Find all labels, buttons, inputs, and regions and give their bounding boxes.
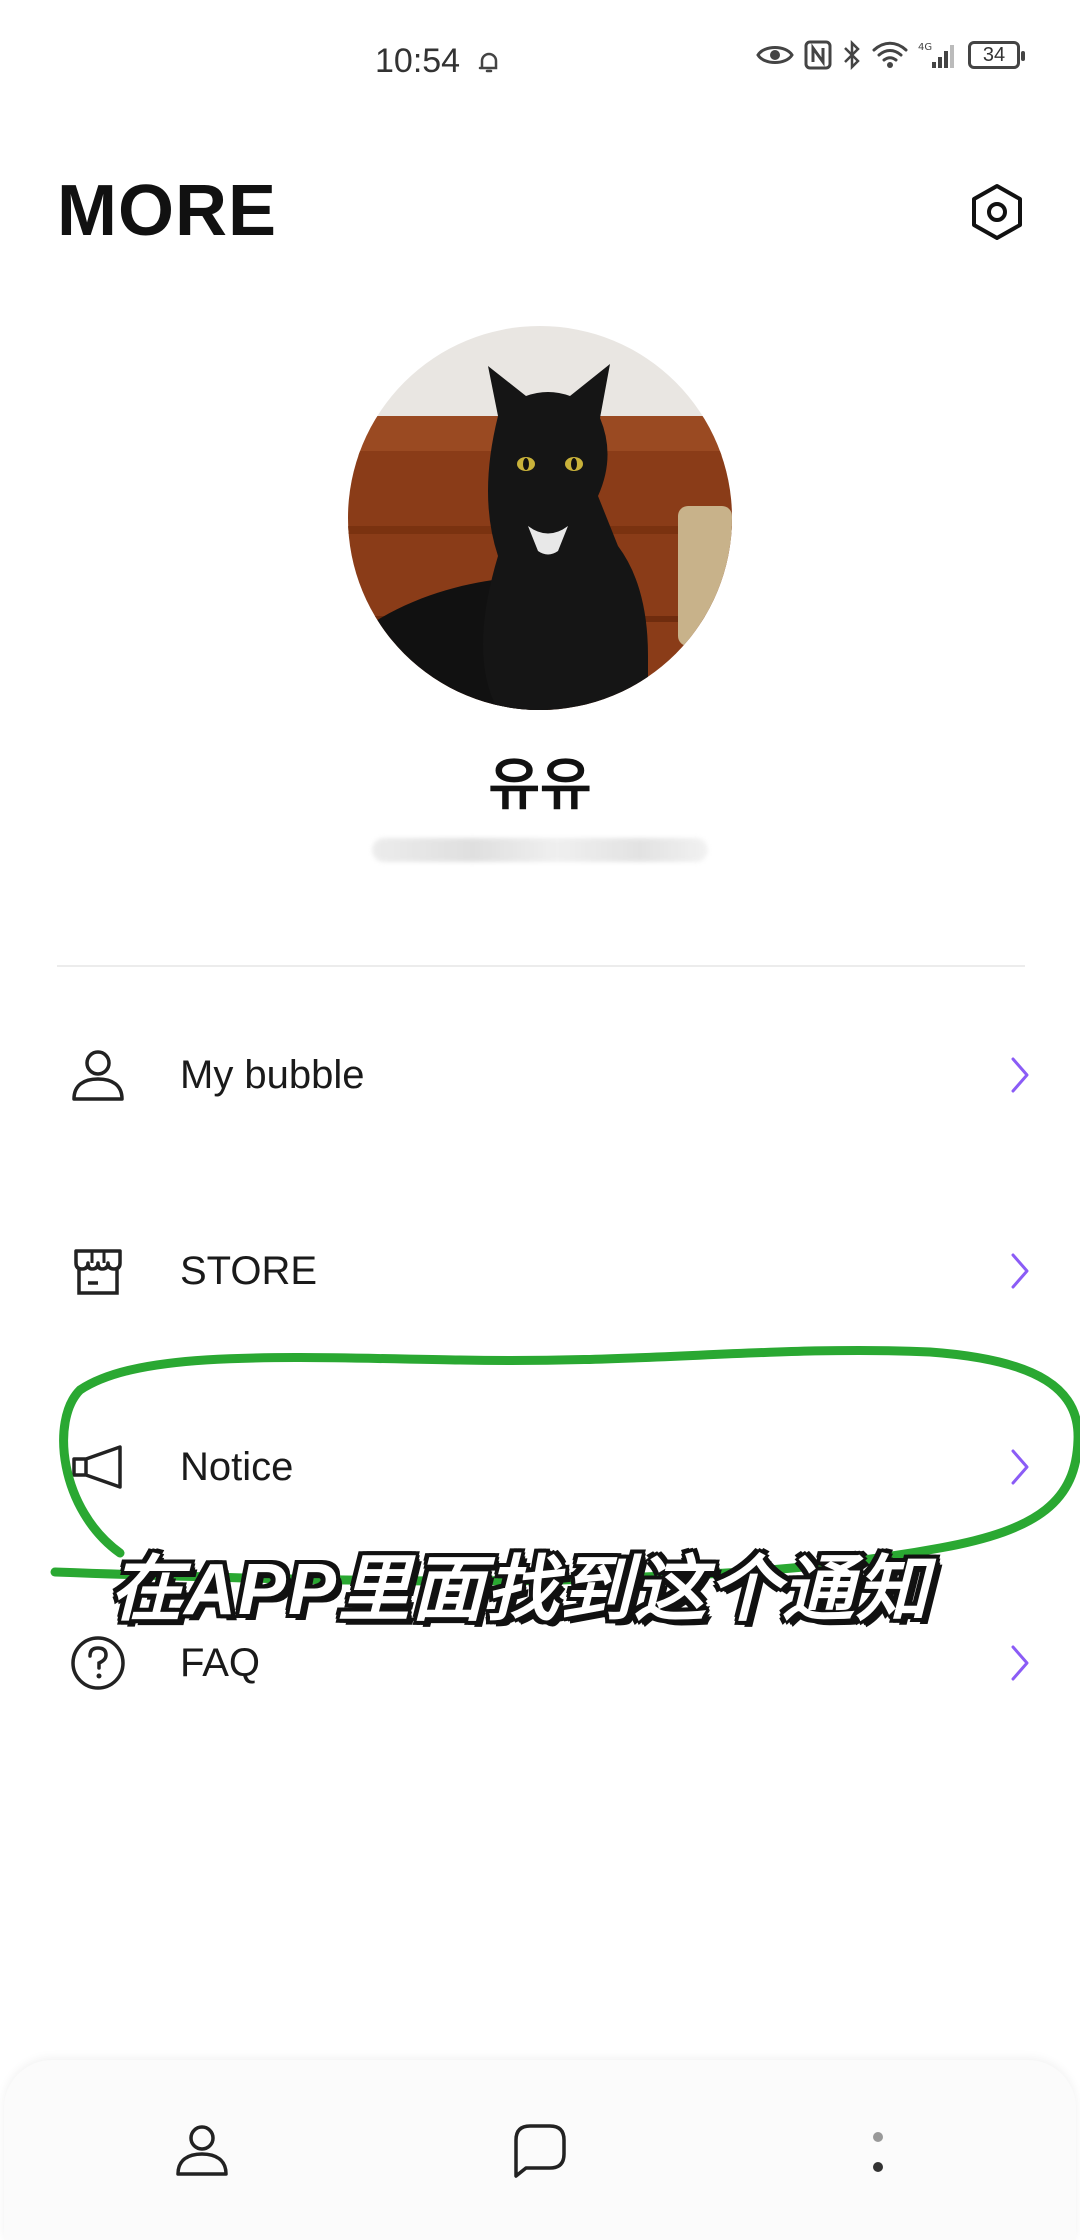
status-icons: 4G 34: [756, 40, 1025, 70]
chevron-right-icon: [1005, 1445, 1035, 1489]
profile-subtitle-blurred: [372, 838, 708, 862]
bottom-nav: [4, 2060, 1076, 2240]
menu-item-my-bubble[interactable]: My bubble: [0, 1000, 1080, 1150]
eye-icon: [756, 46, 794, 64]
battery-icon: 34: [968, 41, 1025, 69]
chevron-right-icon: [1005, 1053, 1035, 1097]
store-icon: [62, 1235, 134, 1307]
chevron-right-icon: [1005, 1249, 1035, 1293]
nfc-icon: [804, 40, 832, 70]
settings-hexagon-icon: [972, 184, 1022, 240]
menu-item-notice[interactable]: Notice: [0, 1392, 1080, 1542]
signal-4g-icon: 4G: [918, 42, 954, 68]
menu-item-store[interactable]: STORE: [0, 1196, 1080, 1346]
svg-text:4G: 4G: [918, 42, 932, 53]
chat-tab[interactable]: [500, 2110, 580, 2190]
caption-overlay: 在APP里面找到这个通知: [110, 1550, 931, 1630]
menu-item-label: Notice: [180, 1444, 294, 1489]
more-tab-icon: [873, 2132, 883, 2172]
menu-item-label: STORE: [180, 1248, 318, 1293]
person-icon: [62, 1039, 134, 1111]
more-tab[interactable]: [838, 2110, 918, 2190]
chat-tab-icon: [514, 2124, 566, 2178]
profile-name: 유유: [488, 753, 592, 816]
settings-button[interactable]: [965, 180, 1029, 244]
question-circle-icon: [62, 1627, 134, 1699]
wifi-icon: [872, 41, 908, 68]
menu-item-label: FAQ: [180, 1640, 261, 1685]
profile-tab-icon: [176, 2125, 228, 2176]
bluetooth-icon: [844, 40, 860, 70]
megaphone-icon: [62, 1431, 134, 1503]
avatar[interactable]: [348, 326, 732, 710]
menu-item-label: My bubble: [180, 1052, 365, 1097]
chevron-right-icon: [1005, 1641, 1035, 1685]
bell-icon: [475, 48, 503, 76]
divider: [57, 965, 1025, 967]
page-title: MORE: [57, 171, 277, 251]
status-time: 10:54: [375, 42, 461, 80]
status-bar: 10:54 4G 34: [0, 0, 1080, 120]
profile-tab[interactable]: [162, 2110, 242, 2190]
